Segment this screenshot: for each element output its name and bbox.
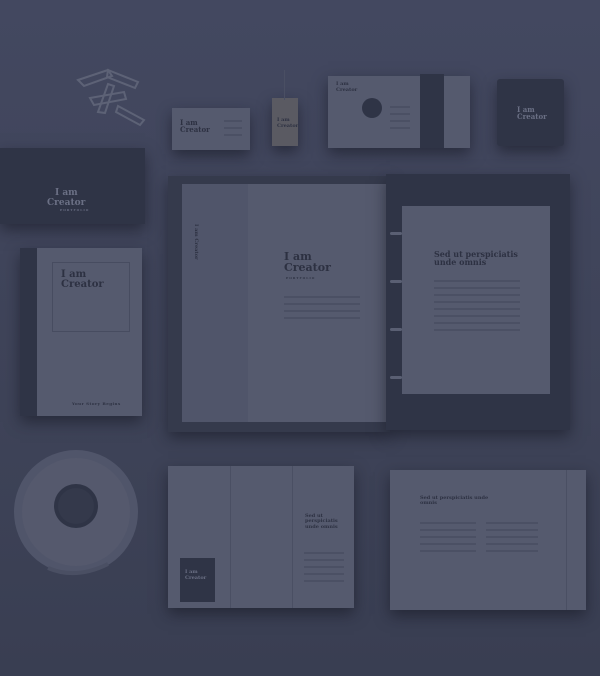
envelope-seal xyxy=(362,98,382,118)
binder-right-page: Sed ut perspiciatis unde omnis xyxy=(402,206,550,394)
binder-text-lines xyxy=(284,296,360,324)
envelope-text-lines xyxy=(390,106,410,134)
binder-left-page: I am Creator I am Creator PORTFOLIO xyxy=(182,184,386,422)
brochure-right-headline: Sed ut perspiciatis unde omnis xyxy=(420,495,489,507)
notebook: I am Creator Your Story Begins xyxy=(20,248,142,416)
envelope-band xyxy=(420,74,444,148)
brochure-cover-subtitle: Creator xyxy=(185,575,207,581)
brochure-right-lines-b xyxy=(486,522,538,557)
stationery-mockup-scene: I am Creator I am Creator I am Creator I… xyxy=(0,0,600,676)
binder-ring-2 xyxy=(390,280,402,283)
business-card-subtitle: Creator xyxy=(180,125,210,134)
business-card-small: I am Creator xyxy=(172,108,250,150)
brochure-left-lines xyxy=(304,552,344,587)
tape-roll xyxy=(14,450,138,576)
hang-tag-string xyxy=(284,70,285,100)
banner-tagline: PORTFOLIO xyxy=(60,208,90,212)
brochure-right-fold xyxy=(566,470,567,610)
binder-page-lines xyxy=(434,280,520,336)
brochure-left-fold xyxy=(230,466,231,608)
notebook-subtitle: Creator xyxy=(61,279,104,290)
binder-ring-3 xyxy=(390,328,402,331)
brochure-right: Sed ut perspiciatis unde omnis xyxy=(390,470,586,610)
binder-spine-text: I am Creator xyxy=(193,224,199,260)
envelope: I am Creator xyxy=(328,74,470,148)
hang-tag: I am Creator xyxy=(272,98,298,146)
hang-tag-subtitle: Creator xyxy=(277,123,299,129)
dark-banner-card: I am Creator PORTFOLIO xyxy=(0,148,145,224)
brochure-right-lines-a xyxy=(420,522,476,557)
dark-card-subtitle: Creator xyxy=(517,112,547,121)
brochure-left: I am Creator Sed ut perspiciatis unde om… xyxy=(168,466,354,608)
notebook-footer: Your Story Begins xyxy=(72,401,121,406)
binder-ring-4 xyxy=(390,376,402,379)
brochure-left-fold-2 xyxy=(292,466,293,608)
binder-spine-panel xyxy=(182,184,248,422)
binder-tagline: PORTFOLIO xyxy=(286,276,316,280)
binder-subtitle: Creator xyxy=(284,261,331,274)
brochure-left-headline: Sed ut perspiciatis unde omnis xyxy=(305,513,338,530)
brochure-left-cover: I am Creator xyxy=(180,558,215,602)
envelope-subtitle: Creator xyxy=(336,87,358,93)
notebook-spine xyxy=(20,248,37,416)
binder-ring-1 xyxy=(390,232,402,235)
dark-square-card: I am Creator xyxy=(497,79,564,146)
binder-headline: Sed ut perspiciatis unde omnis xyxy=(434,249,518,268)
business-card-text-lines xyxy=(224,120,242,141)
paper-clips xyxy=(76,68,146,127)
